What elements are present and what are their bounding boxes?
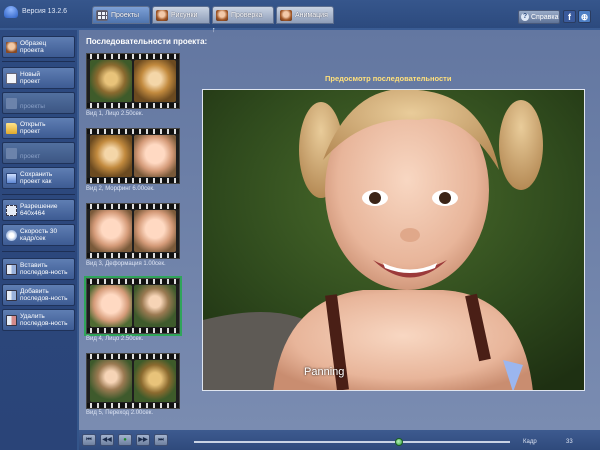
thumbnail-frame [90,210,132,252]
help-label: Справка [531,13,559,21]
thumbnail-frame [134,210,176,252]
grid-icon [96,9,108,21]
divider [2,194,75,195]
timeline-track[interactable] [194,441,510,443]
save-icon [6,147,17,159]
add-sequence-icon [6,289,17,301]
sidebar-item-sample-project[interactable]: Образец проекта [2,36,75,58]
sequence-caption: Вид 5, Переход 2.00сек. [86,410,153,416]
globe-icon[interactable]: ⊕ [578,10,591,23]
sample-project-icon [6,41,17,53]
help-button[interactable]: ? Справка [518,10,560,24]
preview-title: Предосмотр последовательности [325,74,452,83]
sidebar-item-open-project[interactable]: Открыть проект [2,117,75,139]
sidebar-item-save-project: проект [2,142,75,164]
sequence-caption: Вид 2, Морфинг 6.00сек. [86,186,155,192]
divider [2,61,75,62]
tab-animation[interactable]: Анимация [276,6,334,24]
speed-icon [6,229,17,241]
tab-review[interactable]: Проверка [212,6,274,24]
last-frame-button[interactable]: ⏭ [154,434,168,446]
app-window: Версия 13.2.6 Проекты Рисунки Проверка А… [0,0,600,450]
frames-label: Кадр [523,439,537,445]
tab-label: Анимация [295,11,328,19]
rewind-button[interactable]: ◀◀ [100,434,114,446]
thumbnail-frame [90,135,132,177]
thumbnail-frame [90,360,132,402]
preview-overlay-text: Panning [304,366,345,378]
divider [2,251,75,252]
thumbnail-frame [134,60,176,102]
delete-sequence-icon [6,314,17,326]
top-bar: Версия 13.2.6 Проекты Рисунки Проверка А… [0,0,600,28]
preview-photo [203,90,584,390]
frames-count: 33 [566,439,573,445]
sidebar-item-delete-sequence[interactable]: Удалить последов-ность [2,309,75,331]
tab-label: Проекты [111,11,140,19]
new-project-icon [6,72,17,84]
thumbnail-frame [134,135,176,177]
sequence-thumbnail-4[interactable] [84,276,182,336]
thumbnail-frame [134,360,176,402]
sidebar-item-save-project-as[interactable]: Сохранить проект как [2,167,75,189]
forward-button[interactable]: ▶▶ [136,434,150,446]
resolution-icon [6,204,17,216]
sequence-thumbnail-5[interactable] [86,353,180,409]
sidebar-item-add-sequence[interactable]: Добавить последов-ность [2,284,75,306]
sidebar-item-new-project[interactable]: Новый проект [2,67,75,89]
sequence-caption: Вид 3, Деформация 1.00сек. [86,261,166,267]
tab-projects[interactable]: Проекты [92,6,150,24]
tab-label: Проверка [231,11,263,19]
tab-label: Рисунки [171,11,198,19]
sidebar-item-speed[interactable]: Скорость 30 кадр/сек [2,224,75,246]
sidebar-item-projects: проекты [2,92,75,114]
facebook-icon[interactable]: f [563,10,576,23]
projects-icon [6,97,17,109]
photo-icon [280,9,292,21]
app-logo-icon [4,6,18,18]
first-frame-button[interactable]: ⏮ [82,434,96,446]
sequence-caption: Вид 1, Лицо 2.50сек. [86,111,144,117]
sequence-thumbnail-1[interactable] [86,53,180,109]
open-folder-icon [6,122,17,134]
sidebar-item-resolution[interactable]: Разрешение 640x464 [2,199,75,221]
insert-sequence-icon [6,263,17,275]
sequence-thumbnail-3[interactable] [86,203,180,259]
help-icon: ? [521,13,529,21]
tab-pictures[interactable]: Рисунки [152,6,210,24]
sequences-header: Последовательности проекта: [86,37,208,46]
sequence-caption: Вид 4, Лицо 2.50сек. [86,336,144,342]
cursor-arrow-icon: ↑ [212,27,216,34]
thumbnail-frame [90,60,132,102]
thumbnail-frame [90,285,132,327]
version-label: Версия 13.2.6 [22,8,68,15]
save-as-icon [6,172,17,184]
play-button[interactable]: ● [118,434,132,446]
sidebar-item-insert-sequence[interactable]: Вставить последов-ность [2,258,75,280]
preview-image [202,89,585,391]
photo-icon [156,9,168,21]
sequence-thumbnail-2[interactable] [86,128,180,184]
photo-icon [216,9,228,21]
thumbnail-frame [134,285,176,327]
